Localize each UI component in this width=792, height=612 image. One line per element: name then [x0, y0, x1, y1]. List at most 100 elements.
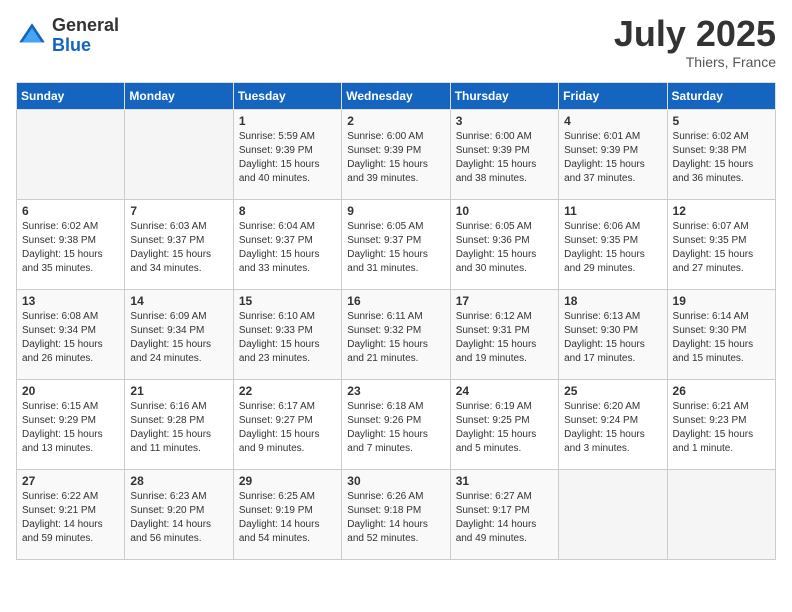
- header-saturday: Saturday: [667, 83, 775, 110]
- calendar-cell: 20 Sunrise: 6:15 AMSunset: 9:29 PMDaylig…: [17, 380, 125, 470]
- calendar-cell: 9 Sunrise: 6:05 AMSunset: 9:37 PMDayligh…: [342, 200, 450, 290]
- calendar-week-row: 6 Sunrise: 6:02 AMSunset: 9:38 PMDayligh…: [17, 200, 776, 290]
- title-block: July 2025 Thiers, France: [614, 16, 776, 70]
- calendar-cell: 7 Sunrise: 6:03 AMSunset: 9:37 PMDayligh…: [125, 200, 233, 290]
- day-number: 7: [130, 204, 227, 218]
- day-number: 18: [564, 294, 661, 308]
- day-number: 24: [456, 384, 553, 398]
- calendar-cell: 28 Sunrise: 6:23 AMSunset: 9:20 PMDaylig…: [125, 470, 233, 560]
- calendar-table: Sunday Monday Tuesday Wednesday Thursday…: [16, 82, 776, 560]
- day-number: 31: [456, 474, 553, 488]
- day-number: 28: [130, 474, 227, 488]
- day-info: Sunrise: 6:16 AMSunset: 9:28 PMDaylight:…: [130, 400, 227, 456]
- day-number: 11: [564, 204, 661, 218]
- calendar-cell: 21 Sunrise: 6:16 AMSunset: 9:28 PMDaylig…: [125, 380, 233, 470]
- calendar-cell: 10 Sunrise: 6:05 AMSunset: 9:36 PMDaylig…: [450, 200, 558, 290]
- calendar-cell: [17, 110, 125, 200]
- day-info: Sunrise: 6:21 AMSunset: 9:23 PMDaylight:…: [673, 400, 770, 456]
- calendar-cell: 4 Sunrise: 6:01 AMSunset: 9:39 PMDayligh…: [559, 110, 667, 200]
- calendar-cell: 19 Sunrise: 6:14 AMSunset: 9:30 PMDaylig…: [667, 290, 775, 380]
- calendar-week-row: 20 Sunrise: 6:15 AMSunset: 9:29 PMDaylig…: [17, 380, 776, 470]
- calendar-week-row: 1 Sunrise: 5:59 AMSunset: 9:39 PMDayligh…: [17, 110, 776, 200]
- day-info: Sunrise: 5:59 AMSunset: 9:39 PMDaylight:…: [239, 130, 336, 186]
- day-number: 4: [564, 114, 661, 128]
- day-info: Sunrise: 6:06 AMSunset: 9:35 PMDaylight:…: [564, 220, 661, 276]
- calendar-header-row: Sunday Monday Tuesday Wednesday Thursday…: [17, 83, 776, 110]
- logo-blue: Blue: [52, 36, 119, 56]
- calendar-cell: [125, 110, 233, 200]
- day-info: Sunrise: 6:10 AMSunset: 9:33 PMDaylight:…: [239, 310, 336, 366]
- day-info: Sunrise: 6:01 AMSunset: 9:39 PMDaylight:…: [564, 130, 661, 186]
- header-sunday: Sunday: [17, 83, 125, 110]
- day-info: Sunrise: 6:05 AMSunset: 9:37 PMDaylight:…: [347, 220, 444, 276]
- logo-icon: [16, 20, 48, 52]
- day-number: 10: [456, 204, 553, 218]
- day-number: 26: [673, 384, 770, 398]
- calendar-week-row: 13 Sunrise: 6:08 AMSunset: 9:34 PMDaylig…: [17, 290, 776, 380]
- day-number: 3: [456, 114, 553, 128]
- day-number: 8: [239, 204, 336, 218]
- day-info: Sunrise: 6:05 AMSunset: 9:36 PMDaylight:…: [456, 220, 553, 276]
- day-number: 25: [564, 384, 661, 398]
- day-info: Sunrise: 6:07 AMSunset: 9:35 PMDaylight:…: [673, 220, 770, 276]
- header-tuesday: Tuesday: [233, 83, 341, 110]
- day-number: 23: [347, 384, 444, 398]
- calendar-cell: 22 Sunrise: 6:17 AMSunset: 9:27 PMDaylig…: [233, 380, 341, 470]
- day-number: 29: [239, 474, 336, 488]
- calendar-cell: 1 Sunrise: 5:59 AMSunset: 9:39 PMDayligh…: [233, 110, 341, 200]
- logo: General Blue: [16, 16, 119, 56]
- day-number: 20: [22, 384, 119, 398]
- calendar-cell: 14 Sunrise: 6:09 AMSunset: 9:34 PMDaylig…: [125, 290, 233, 380]
- day-info: Sunrise: 6:03 AMSunset: 9:37 PMDaylight:…: [130, 220, 227, 276]
- day-number: 6: [22, 204, 119, 218]
- calendar-cell: 26 Sunrise: 6:21 AMSunset: 9:23 PMDaylig…: [667, 380, 775, 470]
- day-info: Sunrise: 6:09 AMSunset: 9:34 PMDaylight:…: [130, 310, 227, 366]
- day-number: 22: [239, 384, 336, 398]
- logo-general: General: [52, 16, 119, 36]
- calendar-cell: 2 Sunrise: 6:00 AMSunset: 9:39 PMDayligh…: [342, 110, 450, 200]
- day-info: Sunrise: 6:22 AMSunset: 9:21 PMDaylight:…: [22, 490, 119, 546]
- calendar-cell: 23 Sunrise: 6:18 AMSunset: 9:26 PMDaylig…: [342, 380, 450, 470]
- calendar-cell: [559, 470, 667, 560]
- calendar-cell: 12 Sunrise: 6:07 AMSunset: 9:35 PMDaylig…: [667, 200, 775, 290]
- calendar-cell: 15 Sunrise: 6:10 AMSunset: 9:33 PMDaylig…: [233, 290, 341, 380]
- day-info: Sunrise: 6:27 AMSunset: 9:17 PMDaylight:…: [456, 490, 553, 546]
- day-number: 14: [130, 294, 227, 308]
- day-info: Sunrise: 6:02 AMSunset: 9:38 PMDaylight:…: [22, 220, 119, 276]
- day-number: 30: [347, 474, 444, 488]
- calendar-cell: 25 Sunrise: 6:20 AMSunset: 9:24 PMDaylig…: [559, 380, 667, 470]
- day-number: 1: [239, 114, 336, 128]
- day-info: Sunrise: 6:11 AMSunset: 9:32 PMDaylight:…: [347, 310, 444, 366]
- header-thursday: Thursday: [450, 83, 558, 110]
- day-info: Sunrise: 6:08 AMSunset: 9:34 PMDaylight:…: [22, 310, 119, 366]
- calendar-cell: 24 Sunrise: 6:19 AMSunset: 9:25 PMDaylig…: [450, 380, 558, 470]
- day-number: 13: [22, 294, 119, 308]
- calendar-cell: 31 Sunrise: 6:27 AMSunset: 9:17 PMDaylig…: [450, 470, 558, 560]
- calendar-cell: 29 Sunrise: 6:25 AMSunset: 9:19 PMDaylig…: [233, 470, 341, 560]
- day-info: Sunrise: 6:15 AMSunset: 9:29 PMDaylight:…: [22, 400, 119, 456]
- calendar-cell: 3 Sunrise: 6:00 AMSunset: 9:39 PMDayligh…: [450, 110, 558, 200]
- header-monday: Monday: [125, 83, 233, 110]
- header-wednesday: Wednesday: [342, 83, 450, 110]
- day-number: 2: [347, 114, 444, 128]
- calendar-cell: 17 Sunrise: 6:12 AMSunset: 9:31 PMDaylig…: [450, 290, 558, 380]
- calendar-cell: 27 Sunrise: 6:22 AMSunset: 9:21 PMDaylig…: [17, 470, 125, 560]
- day-number: 5: [673, 114, 770, 128]
- day-number: 9: [347, 204, 444, 218]
- calendar-cell: 11 Sunrise: 6:06 AMSunset: 9:35 PMDaylig…: [559, 200, 667, 290]
- calendar-cell: 16 Sunrise: 6:11 AMSunset: 9:32 PMDaylig…: [342, 290, 450, 380]
- day-info: Sunrise: 6:00 AMSunset: 9:39 PMDaylight:…: [347, 130, 444, 186]
- month-title: July 2025: [614, 16, 776, 52]
- day-info: Sunrise: 6:20 AMSunset: 9:24 PMDaylight:…: [564, 400, 661, 456]
- day-info: Sunrise: 6:14 AMSunset: 9:30 PMDaylight:…: [673, 310, 770, 366]
- day-info: Sunrise: 6:26 AMSunset: 9:18 PMDaylight:…: [347, 490, 444, 546]
- day-info: Sunrise: 6:17 AMSunset: 9:27 PMDaylight:…: [239, 400, 336, 456]
- day-number: 15: [239, 294, 336, 308]
- calendar-week-row: 27 Sunrise: 6:22 AMSunset: 9:21 PMDaylig…: [17, 470, 776, 560]
- day-number: 16: [347, 294, 444, 308]
- logo-text: General Blue: [52, 16, 119, 56]
- day-info: Sunrise: 6:13 AMSunset: 9:30 PMDaylight:…: [564, 310, 661, 366]
- day-info: Sunrise: 6:04 AMSunset: 9:37 PMDaylight:…: [239, 220, 336, 276]
- day-info: Sunrise: 6:19 AMSunset: 9:25 PMDaylight:…: [456, 400, 553, 456]
- calendar-cell: 6 Sunrise: 6:02 AMSunset: 9:38 PMDayligh…: [17, 200, 125, 290]
